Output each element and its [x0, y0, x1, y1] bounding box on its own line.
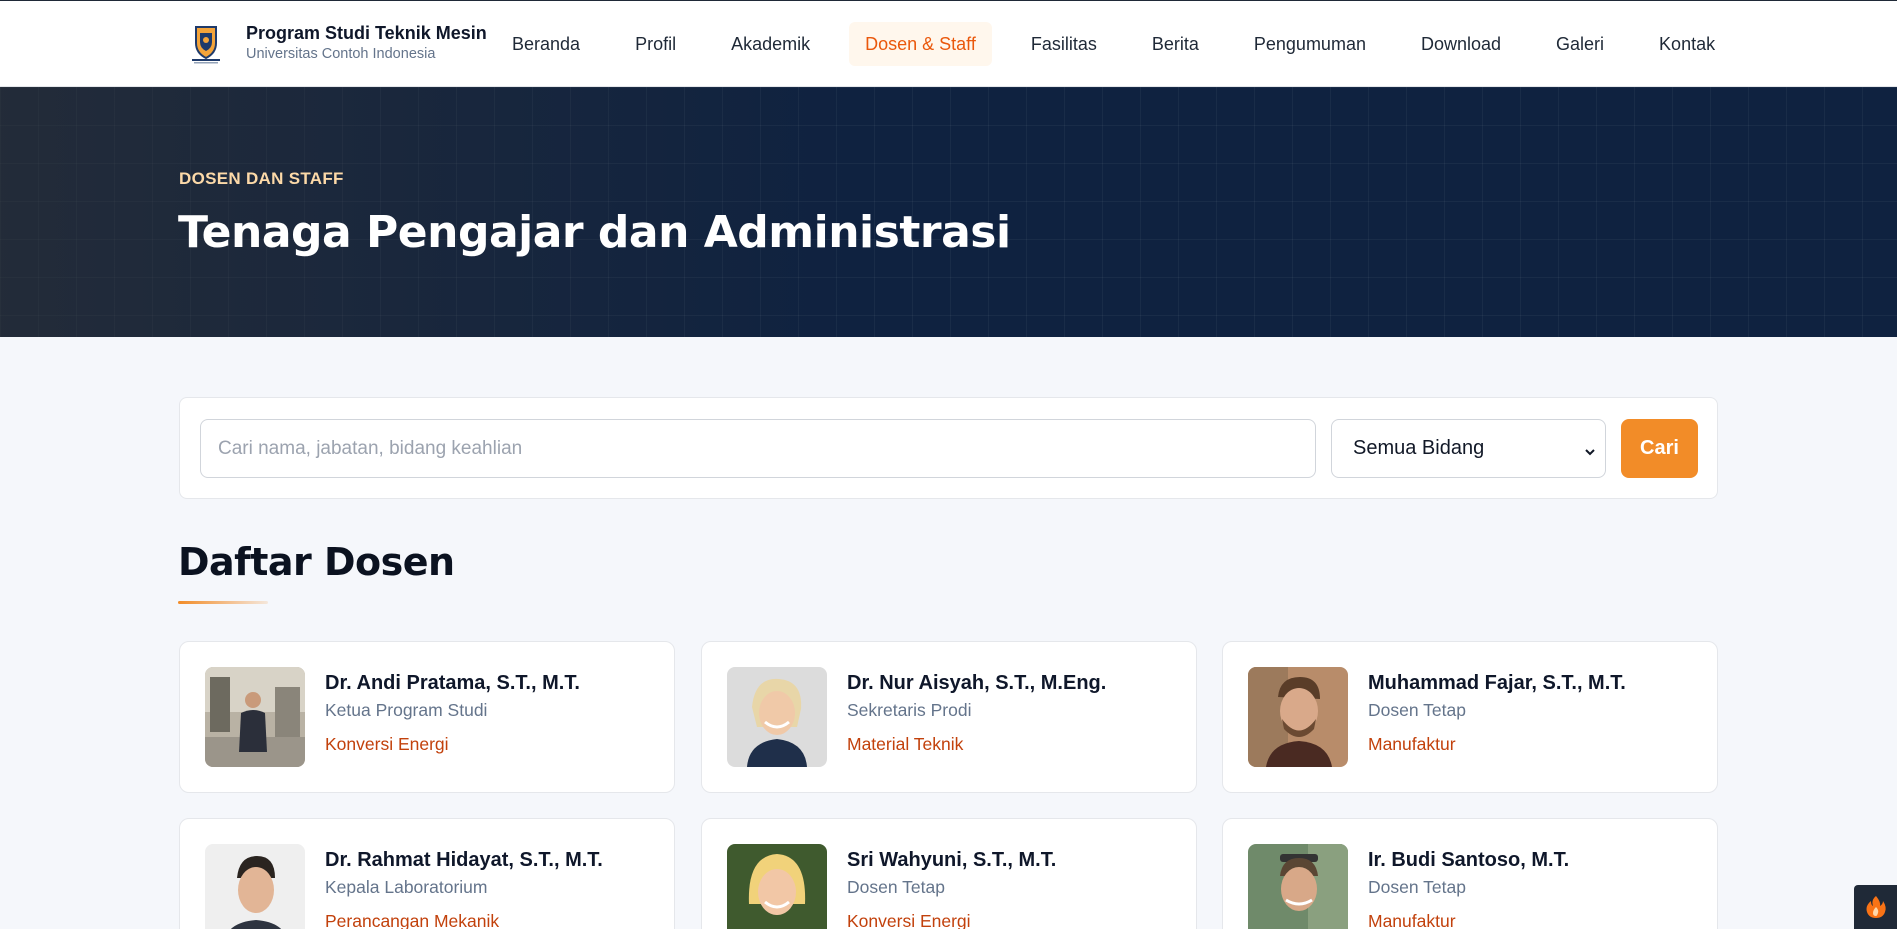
hero-eyebrow: DOSEN DAN STAFF: [179, 169, 344, 188]
search-panel: Semua Bidang Cari: [179, 397, 1718, 499]
lecturer-card[interactable]: Muhammad Fajar, S.T., M.T. Dosen Tetap M…: [1222, 641, 1718, 793]
lecturer-field: Perancangan Mekanik: [325, 911, 500, 929]
flame-icon[interactable]: [1854, 885, 1897, 929]
lecturer-name: Muhammad Fajar, S.T., M.T.: [1368, 672, 1626, 694]
lecturer-role: Dosen Tetap: [1368, 877, 1466, 897]
lecturer-photo: [1248, 667, 1348, 767]
lecturer-field: Konversi Energi: [325, 734, 449, 754]
lecturer-field: Material Teknik: [847, 734, 964, 754]
page-hero: DOSEN DAN STAFF Tenaga Pengajar dan Admi…: [0, 87, 1897, 337]
search-button[interactable]: Cari: [1621, 419, 1698, 478]
lecturer-role: Dosen Tetap: [1368, 700, 1466, 720]
lecturer-name: Dr. Nur Aisyah, S.T., M.Eng.: [847, 672, 1107, 694]
lecturer-photo: [205, 667, 305, 767]
nav-item-download[interactable]: Download: [1405, 22, 1517, 66]
search-input[interactable]: [200, 419, 1316, 478]
nav-item-dosen-staff[interactable]: Dosen & Staff: [849, 22, 992, 66]
lecturer-role: Sekretaris Prodi: [847, 700, 972, 720]
lecturer-field: Manufaktur: [1368, 911, 1456, 929]
lecturer-card[interactable]: Sri Wahyuni, S.T., M.T. Dosen Tetap Konv…: [701, 818, 1197, 929]
lecturer-field: Konversi Energi: [847, 911, 971, 929]
brand[interactable]: Program Studi Teknik Mesin Universitas C…: [178, 19, 487, 67]
lecturer-name: Dr. Andi Pratama, S.T., M.T.: [325, 672, 580, 694]
nav-item-berita[interactable]: Berita: [1136, 22, 1215, 66]
nav-item-galeri[interactable]: Galeri: [1540, 22, 1620, 66]
lecturer-card[interactable]: Dr. Rahmat Hidayat, S.T., M.T. Kepala La…: [179, 818, 675, 929]
lecturer-photo: [727, 667, 827, 767]
page-title: Tenaga Pengajar dan Administrasi: [178, 207, 1011, 258]
brand-title: Program Studi Teknik Mesin: [246, 23, 487, 43]
nav-item-beranda[interactable]: Beranda: [496, 22, 596, 66]
section-title: Daftar Dosen: [178, 540, 455, 584]
nav-item-fasilitas[interactable]: Fasilitas: [1015, 22, 1113, 66]
field-filter-select[interactable]: Semua Bidang: [1331, 419, 1606, 478]
university-crest-icon: [178, 19, 234, 67]
nav-item-akademik[interactable]: Akademik: [715, 22, 826, 66]
lecturer-role: Ketua Program Studi: [325, 700, 488, 720]
field-filter-value: Semua Bidang: [1353, 437, 1485, 459]
main-nav: Beranda Profil Akademik Dosen & Staff Fa…: [496, 22, 1754, 66]
lecturer-name: Sri Wahyuni, S.T., M.T.: [847, 849, 1057, 871]
lecturer-photo: [1248, 844, 1348, 929]
lecturer-role: Dosen Tetap: [847, 877, 945, 897]
site-header: Program Studi Teknik Mesin Universitas C…: [0, 0, 1897, 87]
lecturer-photo: [727, 844, 827, 929]
lecturer-role: Kepala Laboratorium: [325, 877, 488, 897]
nav-item-pengumuman[interactable]: Pengumuman: [1238, 22, 1382, 66]
chevron-down-icon: [1583, 442, 1597, 465]
lecturer-name: Ir. Budi Santoso, M.T.: [1368, 849, 1570, 871]
lecturer-card[interactable]: Dr. Andi Pratama, S.T., M.T. Ketua Progr…: [179, 641, 675, 793]
lecturer-card[interactable]: Ir. Budi Santoso, M.T. Dosen Tetap Manuf…: [1222, 818, 1718, 929]
brand-subtitle: Universitas Contoh Indonesia: [246, 46, 436, 62]
nav-item-profil[interactable]: Profil: [619, 22, 692, 66]
lecturer-name: Dr. Rahmat Hidayat, S.T., M.T.: [325, 849, 603, 871]
lecturer-field: Manufaktur: [1368, 734, 1456, 754]
nav-item-kontak[interactable]: Kontak: [1643, 22, 1731, 66]
section-title-underline: [178, 601, 268, 604]
lecturer-card[interactable]: Dr. Nur Aisyah, S.T., M.Eng. Sekretaris …: [701, 641, 1197, 793]
lecturer-photo: [205, 844, 305, 929]
